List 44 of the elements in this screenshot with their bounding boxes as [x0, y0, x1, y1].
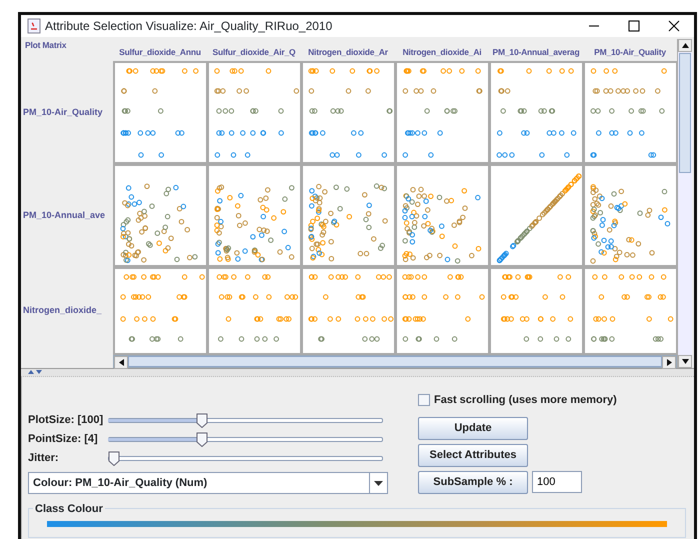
action-button[interactable]: Select Attributes: [418, 444, 528, 466]
vertical-scrollbar[interactable]: [677, 39, 692, 368]
row-label: PM_10-Air_Quality: [22, 106, 103, 119]
matrix-title: Plot Matrix: [24, 39, 68, 52]
scroll-right-button[interactable]: [662, 356, 676, 369]
scroll-right-icon: [666, 359, 672, 366]
slider-label: PointSize: [4]: [28, 432, 99, 448]
scrollbar-thumb[interactable]: [679, 53, 691, 173]
slider[interactable]: [108, 413, 383, 428]
column-label: Sulfur_dioxide_Air_Q: [212, 46, 296, 60]
scroll-down-button[interactable]: [678, 355, 692, 368]
scroll-up-button[interactable]: [678, 39, 692, 52]
column-label: Nitrogen_dioxide_Ai: [402, 46, 482, 60]
splitter-arrows-icon[interactable]: [27, 369, 43, 375]
window-title: Attribute Selection Visualize: Air_Quality_RIRuo_2010: [45, 18, 334, 35]
horizontal-scrollbar[interactable]: [113, 355, 677, 368]
row-label: Nitrogen_dioxide_: [22, 304, 102, 318]
slider-thumb[interactable]: [196, 413, 208, 428]
subsample-field[interactable]: 100: [532, 470, 582, 492]
caret-icon: [374, 480, 383, 486]
column-label: PM_10-Annual_averag: [492, 46, 580, 60]
scroll-left-icon: [118, 359, 124, 366]
scroll-up-icon: [682, 42, 688, 49]
colour-dropdown[interactable]: Colour: PM_10-Air_Quality (Num): [28, 472, 388, 494]
fast-scrolling-label: Fast scrolling (uses more memory): [434, 393, 617, 408]
action-button[interactable]: Update: [418, 416, 528, 440]
java-app-icon: [27, 18, 41, 34]
column-label: Nitrogen_dioxide_Ar: [307, 46, 389, 60]
slider-thumb[interactable]: [108, 451, 120, 466]
slider-label: Jitter:: [28, 451, 60, 466]
row-label: PM_10-Annual_ave: [22, 208, 106, 222]
scroll-left-button[interactable]: [114, 356, 128, 369]
column-label: PM_10-Air_Quality: [593, 46, 667, 60]
action-button[interactable]: SubSample % :: [418, 470, 528, 494]
slider[interactable]: [108, 432, 383, 447]
fast-scrolling-checkbox[interactable]: [418, 394, 430, 406]
slider-label: PlotSize: [100]: [28, 413, 104, 428]
slider[interactable]: [108, 451, 383, 466]
slider-thumb[interactable]: [196, 432, 208, 447]
column-label: Sulfur_dioxide_Annu: [118, 46, 202, 60]
scroll-down-icon: [682, 358, 688, 365]
close-icon: [668, 20, 680, 32]
maximize-icon: [628, 20, 640, 32]
scrollbar-thumb[interactable]: [128, 356, 662, 367]
